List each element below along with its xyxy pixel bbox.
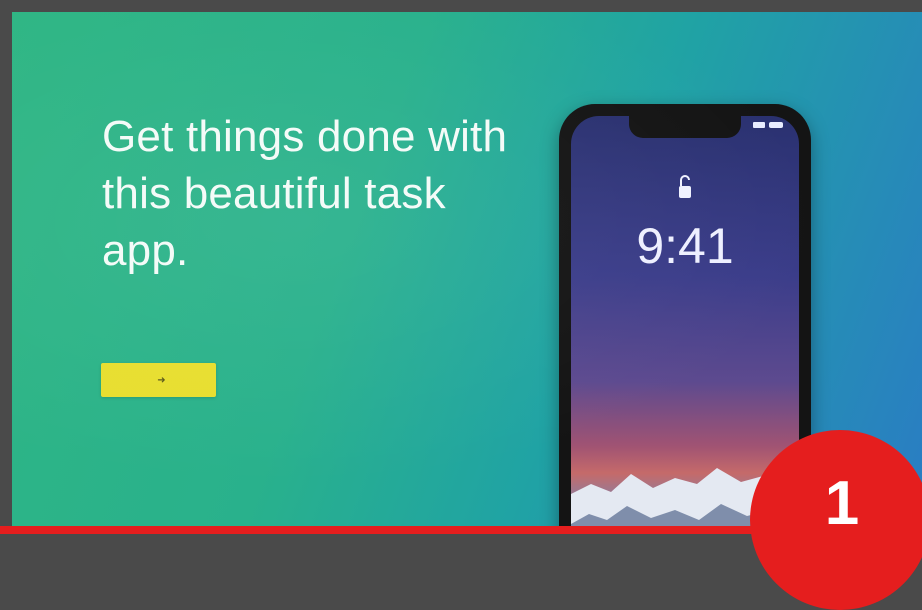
signal-icon — [753, 122, 765, 128]
unlocked-padlock-icon — [679, 175, 691, 198]
phone-notch — [629, 116, 741, 138]
arrow-right-icon: ➜ — [157, 374, 166, 386]
bottom-accent-strip — [0, 526, 922, 534]
step-number: 1 — [824, 469, 860, 538]
try-it-free-button[interactable]: ➜ — [101, 363, 216, 397]
status-bar — [753, 122, 783, 128]
battery-icon — [769, 122, 783, 128]
lockscreen-time: 9:41 — [636, 218, 734, 274]
hero-headline: Get things done with this beautiful task… — [102, 112, 508, 275]
